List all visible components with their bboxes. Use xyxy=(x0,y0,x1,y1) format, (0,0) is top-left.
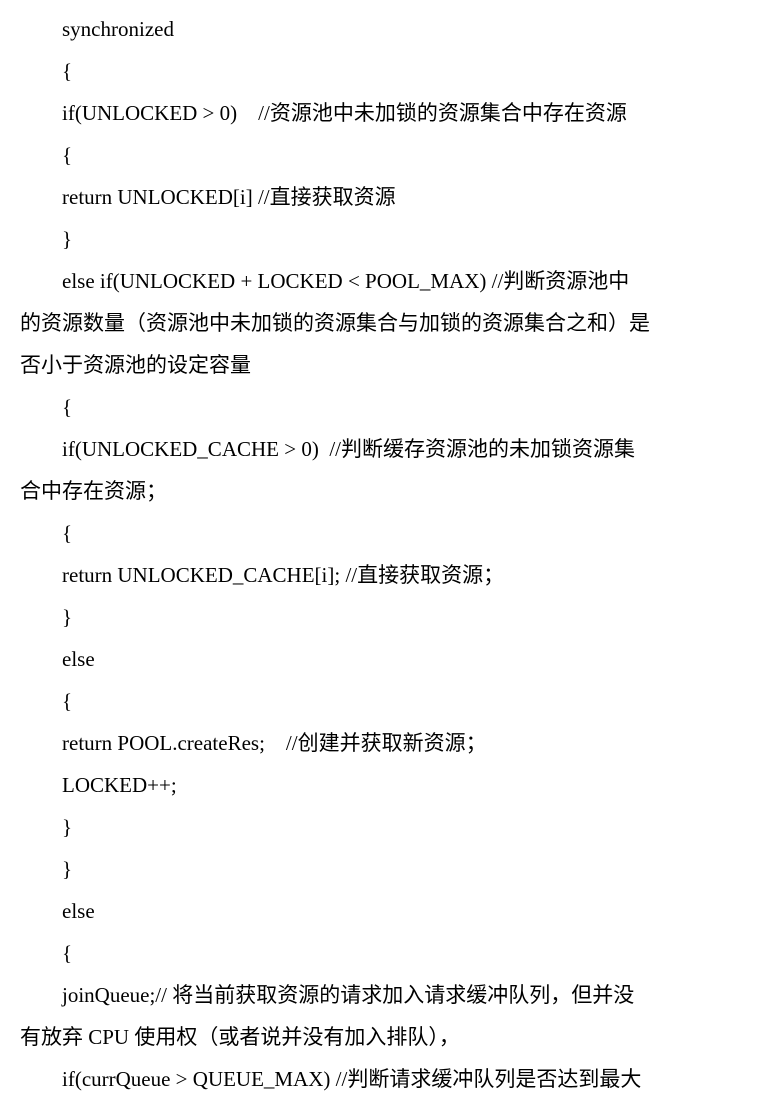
code-line: joinQueue;// 将当前获取资源的请求加入请求缓冲队列，但并没 xyxy=(20,974,743,1016)
code-line: return UNLOCKED_CACHE[i]; //直接获取资源； xyxy=(20,554,743,596)
code-line: 否小于资源池的设定容量 xyxy=(20,344,743,386)
code-line: { xyxy=(20,386,743,428)
code-line: return UNLOCKED[i] //直接获取资源 xyxy=(20,176,743,218)
code-line: 的资源数量（资源池中未加锁的资源集合与加锁的资源集合之和）是 xyxy=(20,302,743,344)
code-line: { xyxy=(20,50,743,92)
code-line: 合中存在资源； xyxy=(20,470,743,512)
document-page: synchronized{if(UNLOCKED > 0) //资源池中未加锁的… xyxy=(0,0,763,1100)
code-line: { xyxy=(20,512,743,554)
code-line: } xyxy=(20,218,743,260)
code-line: { xyxy=(20,680,743,722)
code-line: { xyxy=(20,932,743,974)
code-line: } xyxy=(20,596,743,638)
code-line: synchronized xyxy=(20,8,743,50)
code-line: 有放弃 CPU 使用权（或者说并没有加入排队）， xyxy=(20,1016,743,1058)
code-line: else xyxy=(20,890,743,932)
code-line: } xyxy=(20,806,743,848)
code-line: } xyxy=(20,848,743,890)
code-line: { xyxy=(20,134,743,176)
code-line: if(UNLOCKED > 0) //资源池中未加锁的资源集合中存在资源 xyxy=(20,92,743,134)
code-line: return POOL.createRes; //创建并获取新资源； xyxy=(20,722,743,764)
code-line: else xyxy=(20,638,743,680)
code-line: if(currQueue > QUEUE_MAX) //判断请求缓冲队列是否达到… xyxy=(20,1058,743,1100)
code-line: else if(UNLOCKED + LOCKED < POOL_MAX) //… xyxy=(20,260,743,302)
code-line: LOCKED++; xyxy=(20,764,743,806)
code-line: if(UNLOCKED_CACHE > 0) //判断缓存资源池的未加锁资源集 xyxy=(20,428,743,470)
